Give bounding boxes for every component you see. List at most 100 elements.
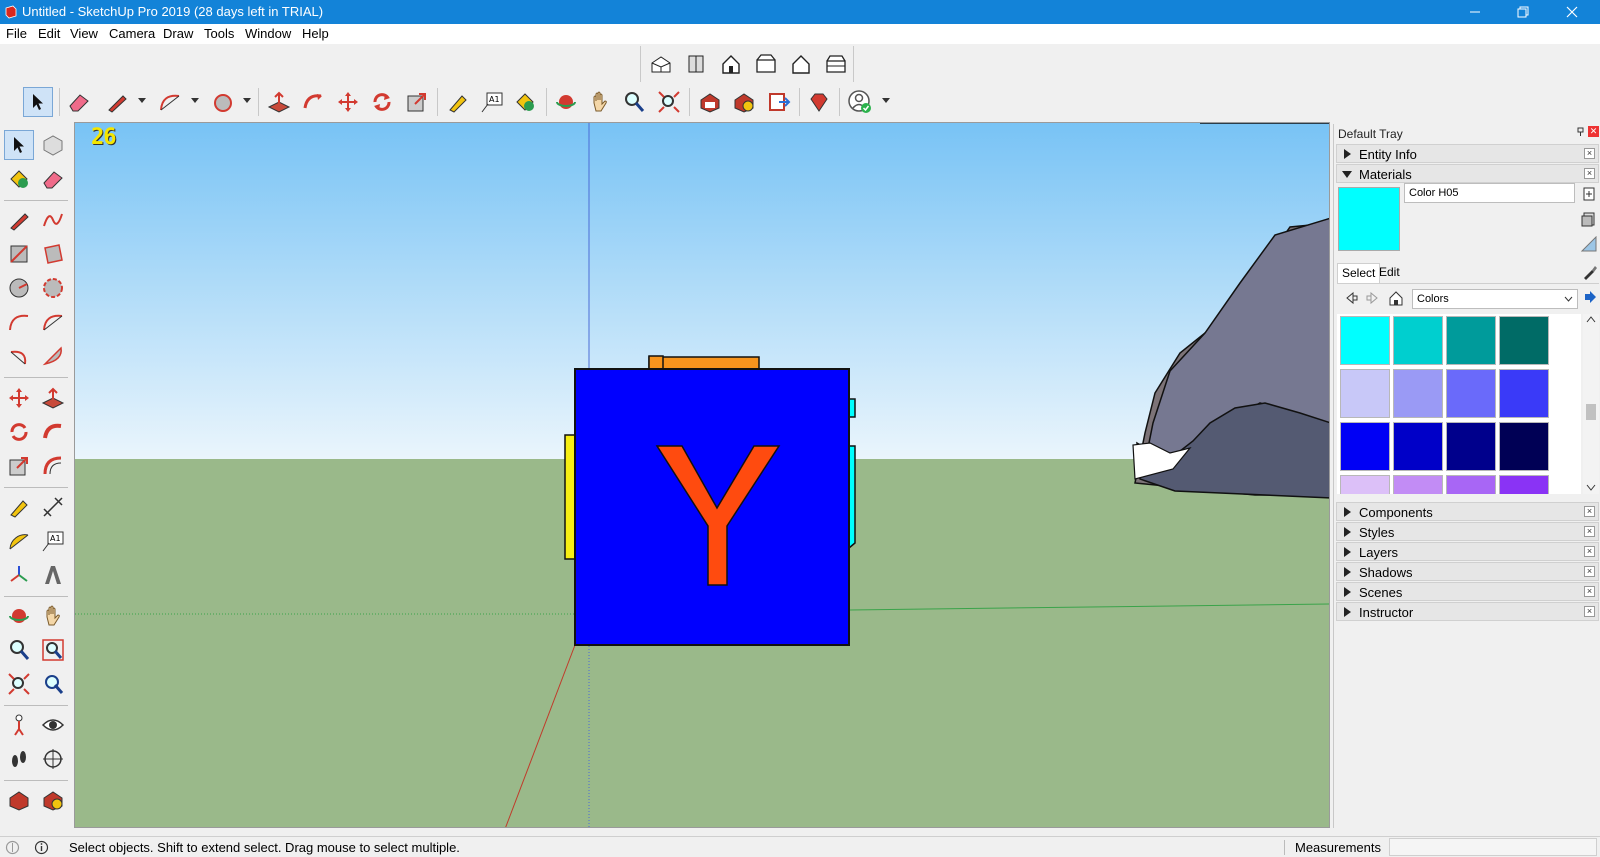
arc-tool-button[interactable] [155, 87, 185, 117]
left-orbit-button[interactable] [4, 601, 34, 631]
left-circle-button[interactable] [4, 273, 34, 303]
panel-scenes[interactable]: Scenes × [1336, 582, 1599, 601]
material-swatch[interactable] [1446, 316, 1496, 365]
default-material-icon[interactable] [1581, 236, 1597, 252]
library-select[interactable]: Colors [1412, 289, 1578, 309]
menu-help[interactable]: Help [301, 26, 330, 41]
panel-shadows[interactable]: Shadows × [1336, 562, 1599, 581]
left-freehand-button[interactable] [38, 205, 68, 235]
create-material-icon[interactable] [1582, 186, 1596, 202]
scroll-down-icon[interactable] [1586, 484, 1596, 491]
info-icon[interactable] [34, 840, 49, 855]
left-previous-view-button[interactable] [38, 669, 68, 699]
swatch-scrollbar[interactable] [1583, 314, 1599, 494]
scroll-up-icon[interactable] [1586, 316, 1596, 323]
material-swatch[interactable] [1499, 316, 1549, 365]
material-swatch[interactable] [1446, 369, 1496, 418]
push-pull-tool-button[interactable] [264, 87, 294, 117]
material-swatch[interactable] [1340, 475, 1390, 494]
account-dropdown-icon[interactable] [882, 98, 890, 103]
paint-bucket-tool-button[interactable] [510, 87, 540, 117]
pin-icon[interactable] [1576, 127, 1585, 136]
left-pie-button[interactable] [38, 341, 68, 371]
panel-close-icon[interactable]: × [1584, 606, 1595, 617]
left-zoom-button[interactable] [4, 635, 34, 665]
panel-close-icon[interactable]: × [1584, 566, 1595, 577]
material-swatch[interactable] [1393, 316, 1443, 365]
left-eraser-button[interactable] [38, 164, 68, 194]
left-follow-me-button[interactable] [38, 417, 68, 447]
sample-paint-icon[interactable] [1582, 264, 1598, 280]
left-warehouse-button[interactable] [4, 785, 34, 815]
orbit-tool-button[interactable] [551, 87, 581, 117]
panel-materials[interactable]: Materials × [1336, 164, 1599, 183]
back-arrow-icon[interactable] [1344, 291, 1358, 305]
left-section-plane-button[interactable] [38, 744, 68, 774]
line-tool-button[interactable] [102, 87, 132, 117]
select-tool-button[interactable] [23, 87, 53, 117]
left-3pt-arc-button[interactable] [4, 341, 34, 371]
top-view-button[interactable] [681, 49, 711, 79]
warehouse-button[interactable] [695, 87, 725, 117]
material-swatch[interactable] [1340, 369, 1390, 418]
left-tape-measure-button[interactable] [4, 492, 34, 522]
panel-components[interactable]: Components × [1336, 502, 1599, 521]
right-view-button[interactable] [751, 49, 781, 79]
panel-entity-info[interactable]: Entity Info × [1336, 144, 1599, 163]
account-button[interactable] [845, 87, 875, 117]
left-walk-button[interactable] [4, 744, 34, 774]
left-text-button[interactable]: A1 [38, 526, 68, 556]
material-swatch[interactable] [1446, 475, 1496, 494]
menu-view[interactable]: View [69, 26, 99, 41]
restore-button[interactable] [1500, 0, 1546, 24]
text-tool-button[interactable]: A1 [477, 87, 507, 117]
panel-close-icon[interactable]: × [1584, 586, 1595, 597]
panel-styles[interactable]: Styles × [1336, 522, 1599, 541]
menu-window[interactable]: Window [244, 26, 292, 41]
left-zoom-extents-button[interactable] [4, 669, 34, 699]
shape-dropdown-icon[interactable] [243, 98, 251, 103]
move-tool-button[interactable] [333, 87, 363, 117]
material-stack-icon[interactable] [1581, 211, 1597, 227]
tab-edit[interactable]: Edit [1375, 263, 1404, 283]
left-zoom-window-button[interactable] [38, 635, 68, 665]
left-axes-button[interactable] [4, 560, 34, 590]
left-pan-button[interactable] [38, 601, 68, 631]
panel-close-icon[interactable]: × [1584, 168, 1595, 179]
left-select-button[interactable] [4, 130, 34, 160]
tab-select[interactable]: Select [1337, 263, 1381, 283]
menu-edit[interactable]: Edit [37, 26, 61, 41]
material-swatch[interactable] [1393, 422, 1443, 471]
left-rotate-button[interactable] [4, 417, 34, 447]
left-polygon-button[interactable] [38, 273, 68, 303]
arc-dropdown-icon[interactable] [191, 98, 199, 103]
tape-measure-tool-button[interactable] [443, 87, 473, 117]
left-view-button[interactable] [821, 49, 851, 79]
material-name-field[interactable]: Color H05 [1404, 183, 1575, 203]
left-scale-button[interactable] [4, 451, 34, 481]
geo-location-icon[interactable] [5, 840, 20, 855]
panel-layers[interactable]: Layers × [1336, 542, 1599, 561]
left-rotated-rectangle-button[interactable] [38, 239, 68, 269]
tray-close-button[interactable]: ✕ [1588, 126, 1599, 137]
panel-close-icon[interactable]: × [1584, 148, 1595, 159]
material-swatch[interactable] [1340, 422, 1390, 471]
zoom-tool-button[interactable] [619, 87, 649, 117]
scroll-thumb[interactable] [1586, 404, 1596, 420]
left-2pt-arc-button[interactable] [38, 307, 68, 337]
rotate-tool-button[interactable] [367, 87, 397, 117]
left-dimension-button[interactable] [38, 492, 68, 522]
zoom-extents-tool-button[interactable] [654, 87, 684, 117]
minimize-button[interactable] [1452, 0, 1498, 24]
left-paint-button[interactable] [4, 164, 34, 194]
shape-tool-button[interactable] [208, 87, 238, 117]
material-swatch[interactable] [1340, 316, 1390, 365]
details-arrow-icon[interactable] [1583, 290, 1597, 304]
material-swatch[interactable] [1499, 422, 1549, 471]
home-icon[interactable] [1388, 290, 1404, 306]
left-extension-warehouse-button[interactable] [38, 785, 68, 815]
left-rectangle-button[interactable] [4, 239, 34, 269]
layout-button[interactable] [764, 87, 794, 117]
left-offset-button[interactable] [38, 451, 68, 481]
menu-draw[interactable]: Draw [162, 26, 194, 41]
